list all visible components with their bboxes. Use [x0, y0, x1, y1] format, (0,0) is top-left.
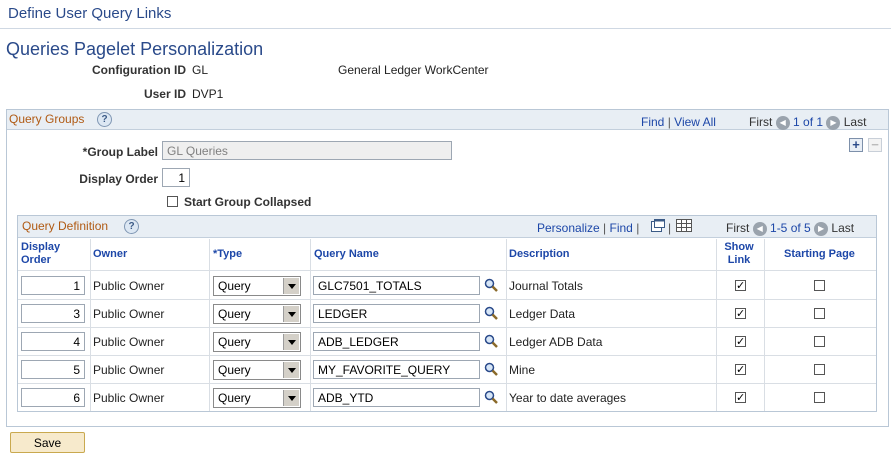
column-header-description[interactable]: Description	[509, 248, 570, 260]
row-owner: Public Owner	[93, 279, 165, 293]
find-link[interactable]: Find	[610, 221, 633, 235]
separator: |	[668, 221, 672, 235]
user-id-value: DVP1	[192, 87, 224, 101]
separator: |	[667, 115, 671, 129]
group-label-input[interactable]	[162, 141, 452, 160]
row-show-link-checkbox[interactable]	[735, 364, 746, 375]
query-groups-pager: First ◀ 1 of 1 ▶ Last	[749, 115, 866, 130]
group-label-label: *Group Label	[82, 145, 158, 159]
column-header-show-link[interactable]: Show Link	[724, 241, 754, 267]
separator: |	[603, 221, 607, 235]
row-query-name-input[interactable]	[313, 360, 480, 379]
row-owner: Public Owner	[93, 335, 165, 349]
column-header-query-name[interactable]: Query Name	[314, 248, 379, 260]
save-button[interactable]: Save	[10, 432, 85, 453]
column-header-type[interactable]: *Type	[213, 248, 242, 260]
row-query-name-input[interactable]	[313, 276, 480, 295]
next-arrow-icon[interactable]: ▶	[814, 221, 829, 236]
row-show-link-checkbox[interactable]	[735, 392, 746, 403]
display-order-label: Display Order	[79, 172, 158, 186]
row-query-name-input[interactable]	[313, 388, 480, 407]
row-description: Journal Totals	[509, 279, 583, 293]
first-label: First	[726, 221, 750, 235]
config-id-value: GL	[192, 63, 209, 77]
magnifier-icon[interactable]	[484, 362, 498, 376]
row-type-select[interactable]: Query	[213, 304, 301, 324]
magnifier-icon[interactable]	[484, 334, 498, 348]
row-description: Ledger ADB Data	[509, 335, 603, 349]
add-row-button[interactable]: +	[849, 138, 863, 152]
query-definition-tools: Personalize | Find |	[537, 221, 639, 235]
row-owner: Public Owner	[93, 307, 165, 321]
query-definition-title: Query Definition	[22, 219, 109, 233]
last-label: Last	[843, 115, 867, 129]
magnifier-icon[interactable]	[484, 390, 498, 404]
prev-arrow-icon[interactable]: ◀	[752, 221, 767, 236]
row-show-link-checkbox[interactable]	[735, 308, 746, 319]
row-query-name-input[interactable]	[313, 304, 480, 323]
last-label: Last	[831, 221, 855, 235]
start-collapsed-label: Start Group Collapsed	[184, 195, 312, 209]
header-title: Define User Query Links	[8, 5, 172, 22]
chevron-down-icon	[283, 306, 299, 322]
row-display-order-input[interactable]	[21, 304, 85, 323]
row-type-select[interactable]: Query	[213, 360, 301, 380]
help-icon[interactable]: ?	[124, 219, 139, 234]
row-owner: Public Owner	[93, 391, 165, 405]
first-label: First	[749, 115, 773, 129]
row-description: Year to date averages	[509, 391, 626, 405]
start-collapsed-checkbox[interactable]	[167, 196, 178, 207]
row-type-select[interactable]: Query	[213, 388, 301, 408]
column-header-starting-page[interactable]: Starting Page	[784, 248, 855, 260]
row-starting-page-checkbox[interactable]	[814, 308, 825, 319]
chevron-down-icon	[283, 334, 299, 350]
column-header-display-order[interactable]: Display Order	[21, 241, 60, 267]
new-window-icon[interactable]	[651, 219, 665, 232]
row-display-order-input[interactable]	[21, 360, 85, 379]
next-arrow-icon[interactable]: ▶	[826, 115, 841, 130]
personalize-link[interactable]: Personalize	[537, 221, 600, 235]
display-order-input[interactable]	[162, 168, 190, 187]
chevron-down-icon	[283, 362, 299, 378]
row-description: Mine	[509, 363, 536, 377]
row-starting-page-checkbox[interactable]	[814, 364, 825, 375]
row-display-order-input[interactable]	[21, 276, 85, 295]
prev-arrow-icon[interactable]: ◀	[775, 115, 790, 130]
row-starting-page-checkbox[interactable]	[814, 392, 825, 403]
query-groups-nav: Find | View All	[641, 115, 716, 129]
view-all-link[interactable]: View All	[674, 115, 716, 129]
pager-count: 1-5 of 5	[770, 221, 811, 235]
row-query-name-input[interactable]	[313, 332, 480, 351]
pager-count: 1 of 1	[793, 115, 824, 129]
row-display-order-input[interactable]	[21, 388, 85, 407]
row-show-link-checkbox[interactable]	[735, 280, 746, 291]
find-link[interactable]: Find	[641, 115, 664, 129]
query-groups-title: Query Groups	[9, 112, 85, 126]
row-type-select[interactable]: Query	[213, 332, 301, 352]
row-type-select[interactable]: Query	[213, 276, 301, 296]
query-definition-pager: First ◀ 1-5 of 5 ▶ Last	[726, 221, 854, 236]
chevron-down-icon	[283, 278, 299, 294]
page-title: Queries Pagelet Personalization	[6, 39, 264, 59]
user-id-label: User ID	[143, 87, 186, 101]
config-id-label: Configuration ID	[92, 63, 186, 77]
row-owner: Public Owner	[93, 363, 165, 377]
row-description: Ledger Data	[509, 307, 576, 321]
row-show-link-checkbox[interactable]	[735, 336, 746, 347]
delete-row-button[interactable]: −	[868, 138, 882, 152]
config-description: General Ledger WorkCenter	[338, 63, 489, 77]
row-starting-page-checkbox[interactable]	[814, 280, 825, 291]
help-icon[interactable]: ?	[97, 112, 112, 127]
separator: |	[636, 221, 640, 235]
column-header-owner[interactable]: Owner	[93, 248, 127, 260]
magnifier-icon[interactable]	[484, 306, 498, 320]
row-display-order-input[interactable]	[21, 332, 85, 351]
download-grid-icon[interactable]	[676, 219, 692, 232]
row-starting-page-checkbox[interactable]	[814, 336, 825, 347]
magnifier-icon[interactable]	[484, 278, 498, 292]
chevron-down-icon	[283, 390, 299, 406]
